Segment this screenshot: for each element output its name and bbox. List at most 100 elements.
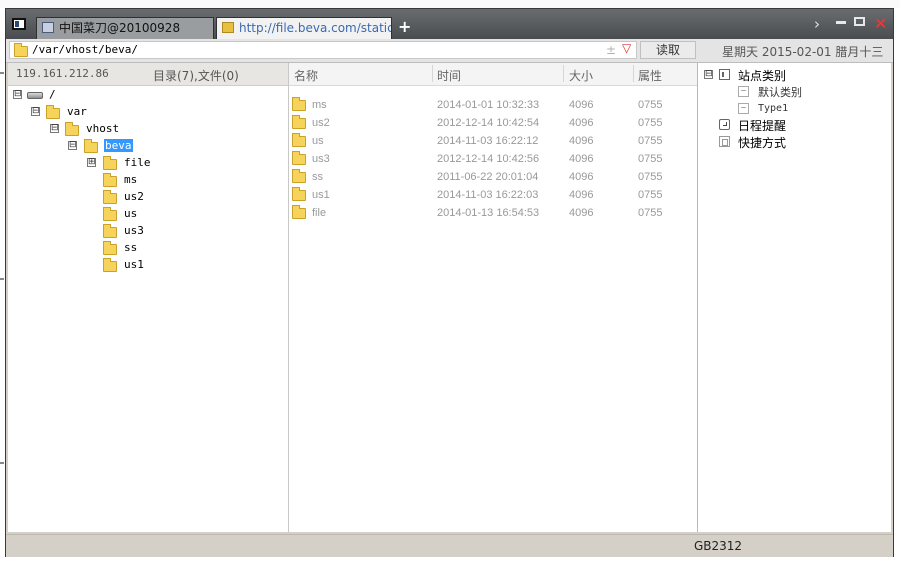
read-button[interactable]: 读取 bbox=[640, 41, 696, 59]
file-size: 4096 bbox=[569, 171, 594, 183]
path-input[interactable]: /var/vhost/beva/ ± ▽ bbox=[9, 41, 637, 59]
tab-caidao[interactable]: 中国菜刀@20100928 bbox=[36, 17, 214, 39]
file-row[interactable]: ms 2014-01-01 10:32:33 4096 0755 bbox=[289, 96, 697, 114]
tree-node-schedule[interactable]: 日程提醒 bbox=[719, 117, 839, 133]
file-row[interactable]: file 2014-01-13 16:54:53 4096 0755 bbox=[289, 204, 697, 222]
folder-icon bbox=[103, 173, 117, 187]
app-menu-icon[interactable] bbox=[12, 18, 26, 30]
tree-node-label: var bbox=[67, 105, 87, 118]
next-arrow-icon[interactable]: › bbox=[814, 15, 820, 33]
tree-node-us1[interactable]: us1 bbox=[87, 258, 177, 274]
file-time: 2011-06-22 20:01:04 bbox=[437, 171, 539, 183]
file-time: 2014-01-13 16:54:53 bbox=[437, 207, 540, 219]
chevron-down-icon[interactable]: ▽ bbox=[622, 41, 631, 55]
tree-node-label: us3 bbox=[124, 224, 144, 237]
tree-node-label: vhost bbox=[86, 122, 120, 135]
file-size: 4096 bbox=[569, 153, 594, 165]
tree-node-label: 快捷方式 bbox=[738, 136, 787, 150]
tree-node-file[interactable]: ⊞ file bbox=[87, 156, 177, 172]
encoding-indicator[interactable]: GB2312 bbox=[694, 539, 742, 553]
tree-node-vhost[interactable]: ⊟ vhost bbox=[50, 122, 140, 138]
column-header-time[interactable]: 时间 bbox=[437, 67, 461, 84]
new-tab-button[interactable]: + bbox=[398, 18, 411, 36]
file-list-header: 名称 时间 大小 属性 bbox=[289, 63, 697, 86]
file-attr: 0755 bbox=[638, 99, 663, 111]
folder-open-icon bbox=[84, 139, 98, 153]
folder-icon bbox=[292, 205, 306, 219]
expand-icon[interactable]: ⊞ bbox=[87, 158, 96, 167]
tree-node-default-category[interactable]: 默认类别 bbox=[738, 84, 858, 100]
column-header-attr[interactable]: 属性 bbox=[638, 67, 662, 84]
file-attr: 0755 bbox=[638, 117, 663, 129]
collapse-icon[interactable]: ⊟ bbox=[13, 90, 22, 99]
shortcut-icon bbox=[719, 136, 730, 147]
file-size: 4096 bbox=[569, 189, 594, 201]
file-row[interactable]: us1 2014-11-03 16:22:03 4096 0755 bbox=[289, 186, 697, 204]
background-edge-mark bbox=[0, 278, 4, 280]
tree-node-site-category[interactable]: ⊟ 站点类别 bbox=[704, 67, 854, 83]
tab-file-url[interactable]: http://file.beva.com/static/up... bbox=[216, 17, 392, 39]
app-window: 中国菜刀@20100928 http://file.beva.com/stati… bbox=[5, 8, 894, 557]
folder-icon bbox=[103, 224, 117, 238]
file-size: 4096 bbox=[569, 207, 594, 219]
tree-node-ss[interactable]: ss bbox=[87, 241, 177, 257]
folder-icon bbox=[292, 115, 306, 129]
tree-node-label: file bbox=[124, 156, 151, 169]
folder-icon bbox=[103, 258, 117, 272]
site-category-panel: ⊟ 站点类别 默认类别 Type1 日程提醒 快捷方式 bbox=[698, 63, 891, 532]
file-row[interactable]: us3 2012-12-14 10:42:56 4096 0755 bbox=[289, 150, 697, 168]
background-edge-mark bbox=[0, 462, 4, 464]
column-divider[interactable] bbox=[633, 65, 634, 82]
collapse-icon[interactable]: ⊟ bbox=[68, 141, 77, 150]
minimize-icon[interactable] bbox=[836, 21, 846, 24]
tree-node-type1[interactable]: Type1 bbox=[738, 101, 858, 117]
tree-node-label: 默认类别 bbox=[758, 86, 802, 99]
column-divider[interactable] bbox=[563, 65, 564, 82]
collapse-icon[interactable]: ⊟ bbox=[50, 124, 59, 133]
column-header-name[interactable]: 名称 bbox=[294, 67, 318, 84]
file-time: 2014-01-01 10:32:33 bbox=[437, 99, 540, 111]
file-attr: 0755 bbox=[638, 135, 663, 147]
tree-node-label: us bbox=[124, 207, 138, 220]
collapse-icon[interactable]: ⊟ bbox=[31, 107, 40, 116]
tree-node-us2[interactable]: us2 bbox=[87, 190, 177, 206]
tree-header: 119.161.212.86 目录(7),文件(0) bbox=[8, 63, 288, 86]
collapse-icon[interactable]: ⊟ bbox=[704, 70, 713, 79]
path-text: /var/vhost/beva/ bbox=[32, 43, 138, 56]
address-bar: /var/vhost/beva/ ± ▽ 读取 星期天 2015-02-01 腊… bbox=[6, 39, 893, 63]
status-bar: GB2312 bbox=[6, 534, 893, 557]
item-count: 目录(7),文件(0) bbox=[153, 69, 239, 83]
tree-node-shortcuts[interactable]: 快捷方式 bbox=[719, 134, 839, 150]
tree-node-root[interactable]: ⊟ / bbox=[13, 88, 73, 104]
tree-node-label: Type1 bbox=[758, 103, 789, 114]
background-edge-mark bbox=[0, 72, 4, 74]
server-ip: 119.161.212.86 bbox=[16, 67, 109, 80]
file-name: us2 bbox=[312, 117, 330, 129]
tree-node-var[interactable]: ⊟ var bbox=[31, 105, 111, 121]
plus-minus-icon[interactable]: ± bbox=[606, 43, 616, 57]
window-icon bbox=[42, 22, 54, 33]
close-icon[interactable]: ✕ bbox=[874, 15, 887, 33]
tree-node-label: / bbox=[49, 88, 56, 101]
tree-node-ms[interactable]: ms bbox=[87, 173, 177, 189]
maximize-icon[interactable] bbox=[854, 17, 865, 26]
tree-node-us[interactable]: us bbox=[87, 207, 177, 223]
folder-icon bbox=[103, 156, 117, 170]
column-divider[interactable] bbox=[432, 65, 433, 82]
folder-icon bbox=[222, 22, 234, 33]
tree-node-us3[interactable]: us3 bbox=[87, 224, 177, 240]
file-row[interactable]: us 2014-11-03 16:22:12 4096 0755 bbox=[289, 132, 697, 150]
file-row[interactable]: us2 2012-12-14 10:42:54 4096 0755 bbox=[289, 114, 697, 132]
folder-icon bbox=[46, 105, 60, 119]
file-name: us bbox=[312, 135, 324, 147]
folder-icon bbox=[292, 133, 306, 147]
column-header-size[interactable]: 大小 bbox=[569, 67, 593, 84]
tree-node-label: ss bbox=[124, 241, 138, 254]
file-name: us1 bbox=[312, 189, 330, 201]
tree-node-beva[interactable]: ⊟ beva bbox=[68, 139, 158, 155]
file-row[interactable]: ss 2011-06-22 20:01:04 4096 0755 bbox=[289, 168, 697, 186]
file-size: 4096 bbox=[569, 117, 594, 129]
file-size: 4096 bbox=[569, 135, 594, 147]
folder-icon bbox=[103, 207, 117, 221]
tab-label: 中国菜刀@20100928 bbox=[59, 21, 181, 35]
